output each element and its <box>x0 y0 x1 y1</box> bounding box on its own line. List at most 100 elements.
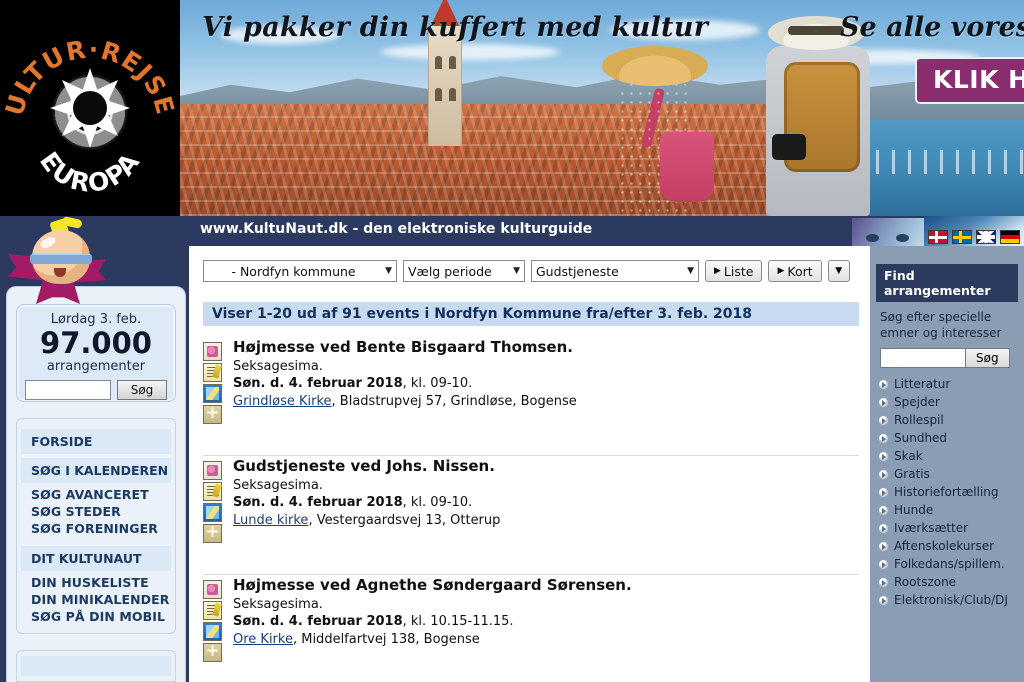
kultur-rejser-logo[interactable]: KULTUR·REJSER EUROPA <box>0 0 180 216</box>
flag-denmark-icon[interactable] <box>928 230 948 244</box>
svg-text:KULTUR·REJSER: KULTUR·REJSER <box>0 0 180 119</box>
visor <box>30 254 92 264</box>
event-address: , Vestergaardsvej 13, Otterup <box>308 512 501 528</box>
list-view-button[interactable]: ▶ Liste <box>705 260 763 282</box>
list-view-label: Liste <box>723 263 754 279</box>
period-select[interactable]: Vælg periode ▼ <box>403 260 525 282</box>
sidebar-item-soeg-i-kalenderen[interactable]: SØG I KALENDEREN <box>21 458 171 483</box>
event-venue-link[interactable]: Lunde kirke <box>233 513 308 528</box>
sidebar-item-soeg-paa-din-mobil[interactable]: SØG PÅ DIN MOBIL <box>17 608 175 625</box>
advertisement-banner[interactable]: Vi pakker din kuffert med kultur Se alle… <box>0 0 1024 216</box>
poster-icon[interactable] <box>203 342 222 361</box>
event-venue-link[interactable]: Ore Kirke <box>233 632 293 647</box>
camera <box>772 134 806 160</box>
sidebar-item-soeg-foreninger[interactable]: SØG FORENINGER <box>17 520 175 537</box>
topic-list-item[interactable]: Aftenskolekurser <box>878 537 1024 555</box>
event-location: Grindløse Kirke, Bladstrupvej 57, Grindl… <box>233 393 859 411</box>
topic-list-item[interactable]: Rootszone <box>878 573 1024 591</box>
topic-search-input[interactable] <box>880 348 966 369</box>
flag-germany-icon[interactable] <box>1000 230 1020 244</box>
sidebar-menu-next-section[interactable] <box>16 650 176 682</box>
map-view-button[interactable]: ▶ Kort <box>768 260 822 282</box>
note-icon[interactable] <box>203 601 222 620</box>
event-title[interactable]: Højmesse ved Agnethe Søndergaard Sørense… <box>233 576 859 596</box>
filter-toolbar: - Nordfyn kommune ▼ Vælg periode ▼ Gudst… <box>203 260 850 282</box>
sidebar-item-soeg-steder[interactable]: SØG STEDER <box>17 503 175 520</box>
topic-label: Sundhed <box>894 431 948 446</box>
poster-icon[interactable] <box>203 461 222 480</box>
cloud <box>380 44 560 60</box>
topic-search-button[interactable]: Søg <box>966 348 1010 369</box>
play-bullet-icon <box>878 594 889 606</box>
topic-list-item[interactable]: Folkedans/spillem. <box>878 555 1024 573</box>
topic-list-item[interactable]: Elektronisk/Club/DJ <box>878 591 1024 609</box>
poster-icon[interactable] <box>203 580 222 599</box>
main-content: - Nordfyn kommune ▼ Vælg periode ▼ Gudst… <box>186 246 870 682</box>
area-select[interactable]: - Nordfyn kommune ▼ <box>203 260 397 282</box>
play-bullet-icon <box>878 504 889 516</box>
period-select-value: Vælg periode <box>408 263 492 279</box>
topic-list-item[interactable]: Spejder <box>878 393 1024 411</box>
event-body: Højmesse ved Bente Bisgaard Thomsen. Sek… <box>233 338 859 410</box>
event-title[interactable]: Højmesse ved Bente Bisgaard Thomsen. <box>233 338 859 358</box>
topic-list-item[interactable]: Skak <box>878 447 1024 465</box>
event-address: , Middelfartvej 138, Bogense <box>292 631 480 647</box>
topic-list-item[interactable]: Sundhed <box>878 429 1024 447</box>
right-sidebar: Find arrangementer Søg efter specielle e… <box>870 246 1024 682</box>
note-icon[interactable] <box>203 363 222 382</box>
add-icon[interactable] <box>203 522 222 543</box>
topic-label: Elektronisk/Club/DJ <box>894 593 1008 608</box>
play-triangle-icon: ▶ <box>777 266 785 276</box>
topic-list-item[interactable]: Gratis <box>878 465 1024 483</box>
flag-uk-icon[interactable] <box>976 230 996 244</box>
topic-label: Rollespil <box>894 413 944 428</box>
sidebar-item-forside[interactable]: FORSIDE <box>21 429 171 454</box>
ad-cta-button[interactable]: KLIK HER <box>915 57 1024 104</box>
event-datetime: Søn. d. 4. februar 2018, kl. 10.15-11.15… <box>233 613 859 631</box>
event-icon-column <box>203 461 225 545</box>
sidebar-item-din-huskeliste[interactable]: DIN HUSKELISTE <box>17 574 175 591</box>
flag-sweden-icon[interactable] <box>952 230 972 244</box>
map-icon[interactable] <box>203 503 222 522</box>
eye <box>896 234 909 242</box>
sidebar-search-input[interactable] <box>25 380 111 401</box>
sidebar-item-soeg-avanceret[interactable]: SØG AVANCERET <box>17 486 175 503</box>
sidebar-item-dit-kultunaut[interactable]: DIT KULTUNAUT <box>21 546 171 571</box>
event-list-item[interactable]: Højmesse ved Agnethe Søndergaard Sørense… <box>203 576 859 682</box>
topic-list-item[interactable]: Hunde <box>878 501 1024 519</box>
map-icon[interactable] <box>203 622 222 641</box>
sidebar-next-head <box>21 656 171 676</box>
event-time: , kl. 10.15-11.15. <box>402 614 514 630</box>
event-list-item[interactable]: Gudstjeneste ved Johs. Nissen. Seksagesi… <box>203 457 859 575</box>
add-icon[interactable] <box>203 403 222 424</box>
topic-label: Historiefortælling <box>894 485 999 500</box>
map-icon[interactable] <box>203 384 222 403</box>
event-location: Ore Kirke, Middelfartvej 138, Bogense <box>233 631 859 649</box>
topic-label: Litteratur <box>894 377 951 392</box>
topic-list-item[interactable]: Historiefortælling <box>878 483 1024 501</box>
event-title[interactable]: Gudstjeneste ved Johs. Nissen. <box>233 457 859 477</box>
sidebar-item-din-minikalender[interactable]: DIN MINIKALENDER <box>17 591 175 608</box>
kultunaut-mascot-icon <box>8 216 106 304</box>
event-venue-link[interactable]: Grindløse Kirke <box>233 394 332 409</box>
sidebar-search-button[interactable]: Søg <box>117 380 167 401</box>
topic-list-item[interactable]: Litteratur <box>878 375 1024 393</box>
topic-list-item[interactable]: Iværksætter <box>878 519 1024 537</box>
language-flags[interactable] <box>928 230 1020 244</box>
event-body: Gudstjeneste ved Johs. Nissen. Seksagesi… <box>233 457 859 529</box>
event-list-item[interactable]: Højmesse ved Bente Bisgaard Thomsen. Sek… <box>203 338 859 456</box>
chevron-down-icon: ▼ <box>835 266 843 276</box>
type-select[interactable]: Gudstjeneste ▼ <box>531 260 699 282</box>
topic-list: Litteratur Spejder Rollespil Sundhed Skak Gra… <box>878 375 1024 609</box>
counter-number: 97.000 <box>40 326 152 360</box>
more-options-button[interactable]: ▼ <box>827 260 850 282</box>
results-banner: Viser 1-20 ud af 91 events i Nordfyn Kom… <box>203 302 859 326</box>
topic-label: Rootszone <box>894 575 957 590</box>
note-icon[interactable] <box>203 482 222 501</box>
event-time: , kl. 09-10. <box>402 376 473 392</box>
svg-text:EUROPA: EUROPA <box>34 146 146 198</box>
add-icon[interactable] <box>203 641 222 662</box>
play-triangle-icon: ▶ <box>714 266 721 276</box>
topic-list-item[interactable]: Rollespil <box>878 411 1024 429</box>
ad-tagline-right: Se alle vores rejser <box>840 12 1024 43</box>
